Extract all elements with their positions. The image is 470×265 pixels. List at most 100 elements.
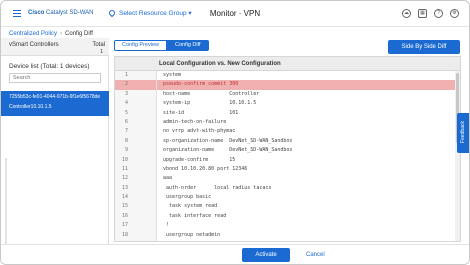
diff-gutter: [131, 80, 157, 90]
side-by-side-diff-button[interactable]: Side By Side Diff: [388, 40, 460, 54]
tab-config-preview[interactable]: Config Preview: [114, 40, 167, 51]
app-window: Cisco Catalyst SD-WAN Select Resource Gr…: [0, 0, 470, 265]
device-ip: Controller10.10.1.5: [9, 104, 52, 110]
diff-line-text: task interface read: [163, 212, 227, 219]
diff-line: 9 organization-name DevNet_SD-WAN_Sandbox: [115, 146, 460, 156]
diff-gutter: [131, 89, 157, 100]
total-count: 1: [100, 49, 103, 55]
diff-line: 16 task interface read: [115, 211, 460, 222]
diff-line: 12 aaa: [115, 174, 460, 184]
diff-line-text: !: [157, 240, 460, 241]
diff-line-number: 12: [115, 174, 131, 184]
diff-line-number: 5: [115, 108, 131, 118]
diff-gutter: [131, 174, 157, 184]
diff-line-text: site-id 101: [163, 109, 239, 116]
device-list-item[interactable]: 7255b53c-fe91-4044-971b-9f1e6f5678de Con…: [1, 91, 109, 116]
device-id: 7255b53c-fe91-4044-971b-9f1e6f5678de: [9, 94, 101, 100]
diff-line-text: upgrade-confirm 15: [163, 156, 236, 163]
diff-line-text: auth-order local radius tacacs: [163, 184, 272, 191]
diff-gutter: [131, 127, 157, 137]
diff-line-number: 14: [115, 193, 131, 203]
diff-line-number: 3: [115, 89, 131, 100]
diff-line: 7 no vrrp advt-with-phymac: [115, 127, 460, 137]
diff-line-text: usergroup netadmin: [163, 231, 221, 238]
diff-line-text: !: [163, 222, 170, 229]
device-search-input[interactable]: [9, 73, 101, 83]
diff-line-text: admin-tech-on-failure: [163, 118, 227, 125]
diff-lines: 1 system 2 pseudo-confirm commit 300 3 host-n…: [115, 71, 460, 241]
breadcrumb: Centralized Policy › Config Diff: [9, 31, 93, 37]
controller-type-label: vSmart Controllers: [9, 42, 59, 48]
settings-icon[interactable]: ⚙: [450, 9, 459, 18]
diff-line: 15 task system read: [115, 202, 460, 212]
diff-gutter: [131, 136, 157, 147]
diff-line: 19 !: [115, 240, 460, 241]
diff-header: Local Configuration vs. New Configuratio…: [115, 57, 460, 71]
diff-line-text: usergroup basic: [163, 194, 212, 201]
diff-line: 5 site-id 101: [115, 108, 460, 118]
diff-line-text: system: [163, 72, 182, 78]
tab-config-diff[interactable]: Config Diff: [167, 40, 209, 51]
diff-line-text: system-ip 10.10.1.5: [163, 100, 257, 107]
diff-line: 17 !: [115, 221, 460, 231]
diff-gutter: [131, 193, 157, 203]
diff-line-number: 10: [115, 155, 131, 165]
diff-line-number: 13: [115, 183, 131, 194]
header-icons: ☁ ▦ ? ⚙: [402, 9, 459, 18]
diff-line: 2 pseudo-confirm commit 300: [115, 80, 460, 90]
activate-button[interactable]: Activate: [242, 248, 290, 262]
diff-line-text: task system read: [163, 203, 218, 210]
diff-gutter: [131, 108, 157, 118]
diff-gutter: [131, 183, 157, 194]
device-panel-header: vSmart Controllers Total 1: [1, 38, 109, 56]
diff-line: 11 vbond 10.10.20.80 port 12346: [115, 164, 460, 175]
diff-gutter: [131, 240, 157, 241]
diff-gutter: [131, 155, 157, 165]
diff-gutter: [131, 146, 157, 156]
diff-line-number: 18: [115, 230, 131, 241]
diff-line-text: pseudo-confirm commit 300: [157, 80, 460, 90]
diff-line-text: vbond 10.10.20.80 port 12346: [163, 165, 248, 172]
diff-line: 13 auth-order local radius tacacs: [115, 183, 460, 194]
diff-scrollbar[interactable]: [455, 71, 460, 241]
total-label: Total: [92, 42, 105, 48]
feedback-tab[interactable]: Feedback: [457, 113, 469, 153]
config-diff-viewer: Local Configuration vs. New Configuratio…: [114, 56, 461, 242]
device-panel-scrollbar[interactable]: [5, 158, 7, 248]
feedback-label: Feedback: [460, 121, 466, 143]
device-list-label: Device list (Total: 1 devices): [9, 63, 90, 70]
diff-line-number: 15: [115, 202, 131, 212]
top-header: Cisco Catalyst SD-WAN Select Resource Gr…: [1, 1, 469, 27]
footer-bar: Activate Cancel: [1, 244, 469, 264]
diff-line-text: sp-organization-name DevNet_SD-WAN_Sandb…: [163, 137, 293, 144]
diff-line: 18 usergroup netadmin: [115, 230, 460, 241]
diff-line: 6 admin-tech-on-failure: [115, 117, 460, 128]
diff-line-number: 11: [115, 164, 131, 175]
diff-line-number: 17: [115, 221, 131, 231]
grid-icon[interactable]: ▦: [418, 9, 427, 18]
breadcrumb-parent[interactable]: Centralized Policy: [9, 31, 57, 37]
diff-gutter: [131, 221, 157, 231]
diff-line-number: 8: [115, 136, 131, 147]
diff-line-text: organization-name DevNet_SD-WAN_Sandbox: [163, 147, 293, 154]
diff-line-number: 4: [115, 99, 131, 109]
diff-line-number: 2: [115, 80, 131, 90]
diff-line-text: no vrrp advt-with-phymac: [163, 128, 236, 135]
diff-line-number: 16: [115, 211, 131, 222]
cloud-icon[interactable]: ☁: [402, 9, 411, 18]
diff-line: 10 upgrade-confirm 15: [115, 155, 460, 165]
diff-line: 14 usergroup basic: [115, 193, 460, 203]
help-icon[interactable]: ?: [434, 9, 443, 18]
breadcrumb-separator: ›: [60, 31, 63, 37]
cancel-button[interactable]: Cancel: [306, 249, 325, 261]
diff-line: 1 system: [115, 71, 460, 81]
diff-line-number: 7: [115, 127, 131, 137]
view-tabs: Config Preview Config Diff: [114, 40, 209, 51]
diff-gutter: [131, 211, 157, 222]
diff-line: 4 system-ip 10.10.1.5: [115, 99, 460, 109]
diff-line-text: host-name Controller: [163, 90, 260, 97]
page-title: Monitor · VPN: [209, 9, 261, 18]
diff-line: 3 host-name Controller: [115, 89, 460, 100]
diff-line-number: 9: [115, 146, 131, 156]
breadcrumb-current: Config Diff: [65, 31, 93, 37]
